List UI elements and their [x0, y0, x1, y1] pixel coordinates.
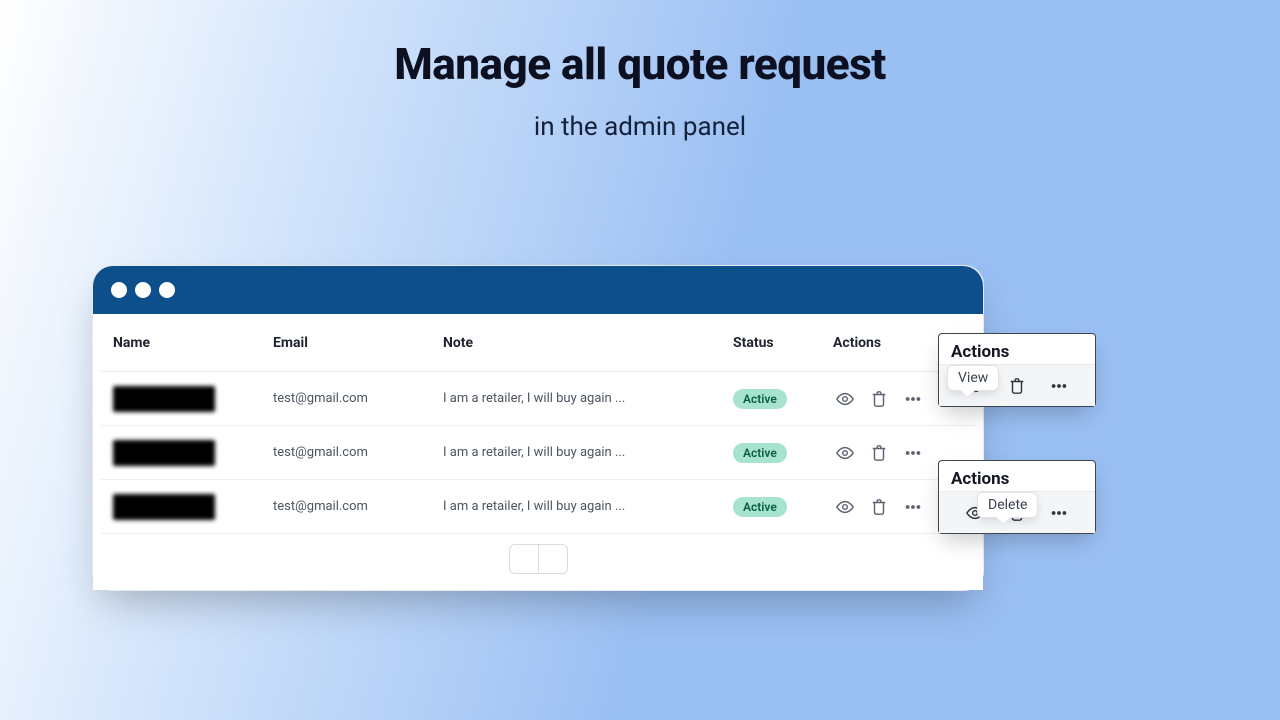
table-panel: Name Email Note Status Actions test@gmai… — [93, 314, 983, 590]
col-header-status: Status — [733, 335, 833, 351]
pagination — [101, 544, 975, 574]
table-row: test@gmail.com I am a retailer, I will b… — [101, 480, 975, 534]
window-dot — [111, 282, 127, 298]
cell-note: I am a retailer, I will buy again ... — [443, 499, 733, 514]
page-subtitle: in the admin panel — [0, 112, 1280, 142]
callout-title: Actions — [939, 461, 1095, 491]
next-page-button[interactable] — [538, 544, 568, 574]
actions-callout-view: Actions View — [938, 333, 1096, 407]
app-window: Name Email Note Status Actions test@gmai… — [92, 265, 984, 591]
status-badge: Active — [733, 497, 787, 517]
page-headline: Manage all quote request in the admin pa… — [0, 0, 1280, 142]
cell-email: test@gmail.com — [273, 499, 443, 514]
window-dot — [135, 282, 151, 298]
cell-email: test@gmail.com — [273, 445, 443, 460]
window-titlebar — [93, 266, 983, 314]
cell-note: I am a retailer, I will buy again ... — [443, 445, 733, 460]
more-icon[interactable] — [1049, 376, 1069, 396]
more-icon[interactable] — [1049, 503, 1069, 523]
window-dot — [159, 282, 175, 298]
callout-title: Actions — [939, 334, 1095, 364]
trash-icon[interactable] — [869, 497, 889, 517]
tooltip-view: View — [947, 365, 999, 391]
table-header-row: Name Email Note Status Actions — [101, 314, 975, 372]
col-header-email: Email — [273, 335, 443, 351]
actions-callout-delete: Actions Delete — [938, 460, 1096, 534]
cell-note: I am a retailer, I will buy again ... — [443, 391, 733, 406]
trash-icon[interactable] — [869, 443, 889, 463]
name-redacted — [113, 386, 215, 412]
eye-icon[interactable] — [835, 389, 855, 409]
more-icon[interactable] — [903, 497, 923, 517]
col-header-note: Note — [443, 335, 733, 351]
trash-icon[interactable] — [1007, 376, 1027, 396]
name-redacted — [113, 440, 215, 466]
col-header-actions: Actions — [833, 335, 953, 351]
page-title: Manage all quote request — [0, 38, 1280, 90]
more-icon[interactable] — [903, 443, 923, 463]
table-row: test@gmail.com I am a retailer, I will b… — [101, 372, 975, 426]
prev-page-button[interactable] — [509, 544, 539, 574]
status-badge: Active — [733, 443, 787, 463]
col-header-name: Name — [113, 335, 273, 351]
cell-email: test@gmail.com — [273, 391, 443, 406]
eye-icon[interactable] — [835, 443, 855, 463]
more-icon[interactable] — [903, 389, 923, 409]
tooltip-delete: Delete — [977, 492, 1038, 518]
eye-icon[interactable] — [835, 497, 855, 517]
table-row: test@gmail.com I am a retailer, I will b… — [101, 426, 975, 480]
status-badge: Active — [733, 389, 787, 409]
trash-icon[interactable] — [869, 389, 889, 409]
name-redacted — [113, 494, 215, 520]
